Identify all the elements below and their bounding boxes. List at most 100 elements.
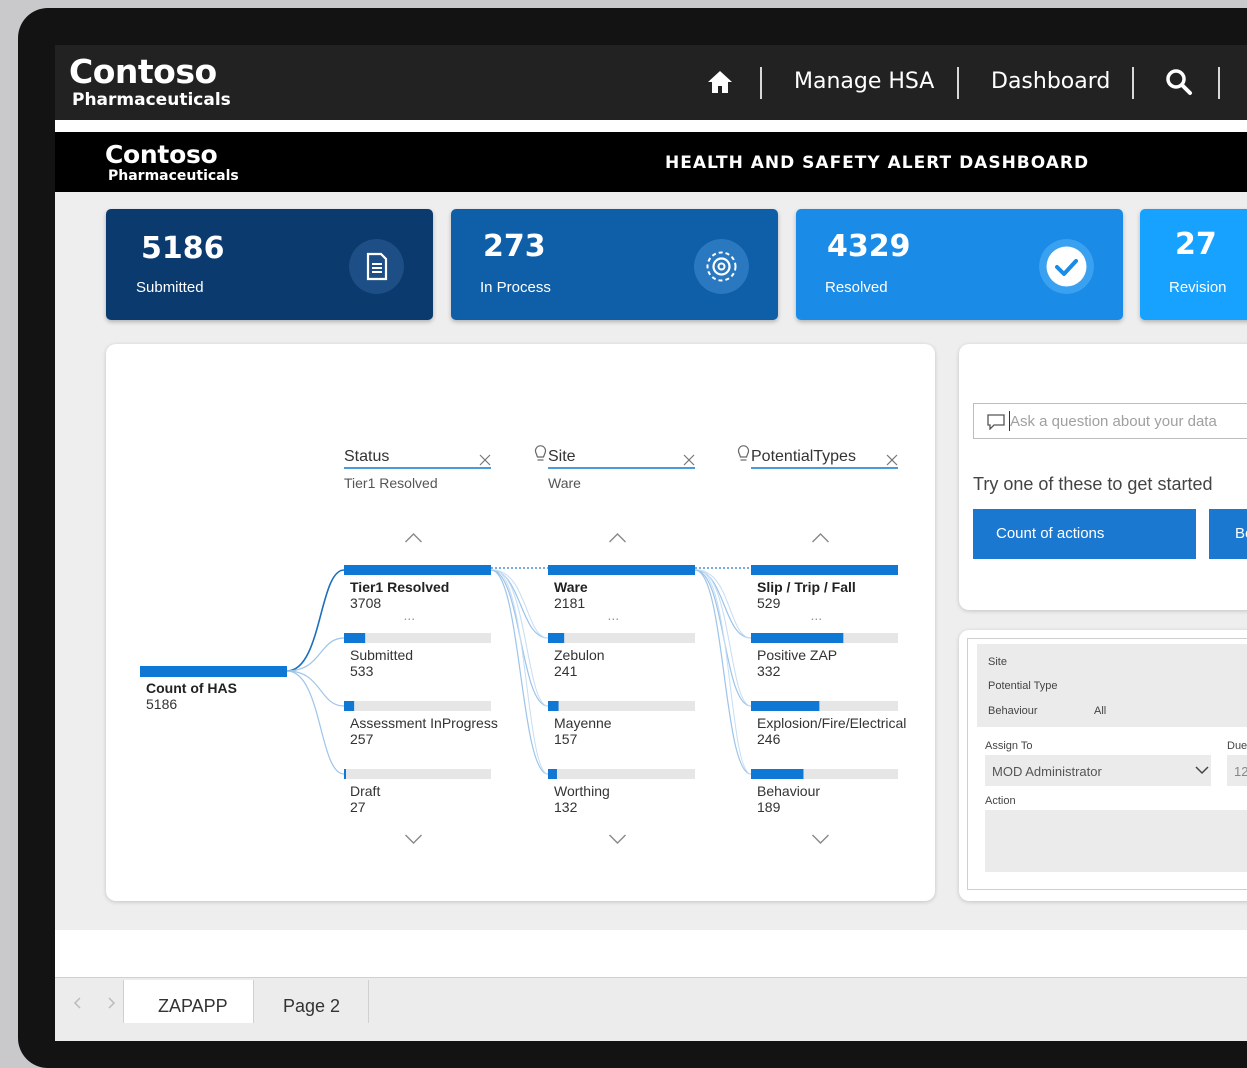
home-icon[interactable] [705,67,735,97]
assign-to-label: Assign To [985,740,1033,752]
kpi-value: 5186 [141,231,225,266]
node-label: Worthing [554,783,610,799]
node-label: Draft [350,783,381,799]
potential-type-label: Potential Type [988,680,1058,692]
more-icon: ... [403,607,416,623]
node-label: Explosion/Fire/Electrical [757,715,907,731]
tab-page-2[interactable]: Page 2 [253,980,369,1023]
node-value: 3708 [350,595,382,611]
action-label: Action [985,795,1016,807]
check-icon [1039,239,1094,294]
node-label: Assessment InProgress [350,715,498,731]
node-label: Submitted [350,647,414,663]
nav-divider [957,67,959,99]
nav-divider [1218,67,1220,99]
behaviour-label: Behaviour [988,705,1038,717]
gear-icon [694,239,749,294]
level-filter: Ware [548,475,581,491]
report-logo-sub: Pharmaceuticals [108,168,239,184]
report-header: Contoso Pharmaceuticals HEALTH AND SAFET… [55,132,1247,192]
suggestion-button[interactable]: Count of actions [973,509,1196,559]
node-value: 189 [757,799,781,815]
assign-to-value: MOD Administrator [992,764,1102,779]
tab-zapapp[interactable]: ZAPAPP [123,980,254,1023]
kpi-card-in-process[interactable]: 273 In Process [451,209,778,320]
tab-label: Page 2 [283,996,341,1016]
root-label: Count of HAS [146,680,237,696]
level-filter: Tier1 Resolved [344,475,438,491]
report-title: HEALTH AND SAFETY ALERT DASHBOARD [665,153,1090,173]
node-label: Mayenne [554,715,612,731]
node-label: Slip / Trip / Fall [757,579,856,595]
nav-dashboard[interactable]: Dashboard [991,69,1110,94]
qna-input[interactable]: Ask a question about your data [973,403,1247,439]
kpi-value: 273 [483,229,546,264]
qna-panel: Ask a question about your data Try one o… [959,344,1247,610]
more-icon: ... [810,607,823,623]
due-label: Due [1227,740,1247,752]
document-icon [349,239,404,294]
node-value: 332 [757,663,781,679]
kpi-label: In Process [480,279,551,296]
nav-divider [1132,67,1134,99]
node-value: 529 [757,595,781,611]
behaviour-value: All [1094,705,1107,717]
tree-nodes: Count of HAS 5186 Status Tier1 Resolved Tier… [106,344,935,901]
form-summary: Site Potential Type Behaviour All [977,644,1247,727]
suggestion-label: Be [1235,525,1247,542]
node-label: Behaviour [757,783,821,799]
report-logo-main: Contoso [105,140,218,169]
logo-sub: Pharmaceuticals [72,90,231,110]
qna-placeholder: Ask a question about your data [1010,413,1217,430]
kpi-card-submitted[interactable]: 5186 Submitted [106,209,433,320]
node-value: 27 [350,799,366,815]
qna-hint: Try one of these to get started [973,474,1213,494]
prev-page-icon[interactable] [72,996,84,1010]
search-icon[interactable] [1165,67,1193,97]
nav-divider [760,67,762,99]
site-label: Site [988,656,1007,668]
node-value: 157 [554,731,578,747]
top-nav: Contoso Pharmaceuticals Manage HSA Dashb… [55,45,1247,120]
suggestion-label: Count of actions [996,525,1105,542]
nav-manage-hsa[interactable]: Manage HSA [794,69,934,94]
nav-gap [55,120,1247,132]
report-logo: Contoso Pharmaceuticals [105,140,239,184]
action-form-panel: Site Potential Type Behaviour All Assign… [959,630,1247,901]
node-label: Ware [554,579,588,595]
node-value: 533 [350,663,374,679]
kpi-label: Revision [1169,279,1227,296]
node-label: Tier1 Resolved [350,579,450,595]
logo-main: Contoso [69,52,217,91]
node-value: 2181 [554,595,586,611]
page-tabs-bar: ZAPAPP Page 2 [55,977,1247,1041]
kpi-card-resolved[interactable]: 4329 Resolved [796,209,1123,320]
app-screen: Contoso Pharmaceuticals Manage HSA Dashb… [55,45,1247,1041]
app-logo[interactable]: Contoso Pharmaceuticals [69,52,231,110]
action-textarea[interactable] [985,810,1247,872]
level-header: Site [548,448,576,465]
next-page-icon[interactable] [105,996,117,1010]
node-value: 132 [554,799,578,815]
kpi-value: 27 [1175,227,1217,262]
more-icon: ... [607,607,620,623]
decomposition-tree: Count of HAS 5186 Status Tier1 Resolved Tier… [106,344,935,901]
level-header: PotentialTypes [751,448,856,465]
due-value: 12 [1234,764,1247,779]
node-value: 257 [350,731,374,747]
report-canvas: 5186 Submitted 273 In Process 4329 Resol… [55,192,1247,930]
node-label: Zebulon [554,647,605,663]
level-header: Status [344,448,390,465]
kpi-label: Submitted [136,279,204,296]
tab-label: ZAPAPP [158,996,228,1016]
kpi-card-revision[interactable]: 27 Revision [1140,209,1247,320]
node-label: Positive ZAP [757,647,838,663]
assign-to-dropdown[interactable]: MOD Administrator [985,755,1211,786]
node-value: 241 [554,663,578,679]
due-date-field[interactable]: 12 [1227,755,1247,786]
kpi-value: 4329 [827,229,911,264]
root-value: 5186 [146,696,178,712]
suggestion-button[interactable]: Be [1209,509,1247,559]
chat-icon [987,414,1005,430]
chevron-down-icon [1195,766,1209,775]
